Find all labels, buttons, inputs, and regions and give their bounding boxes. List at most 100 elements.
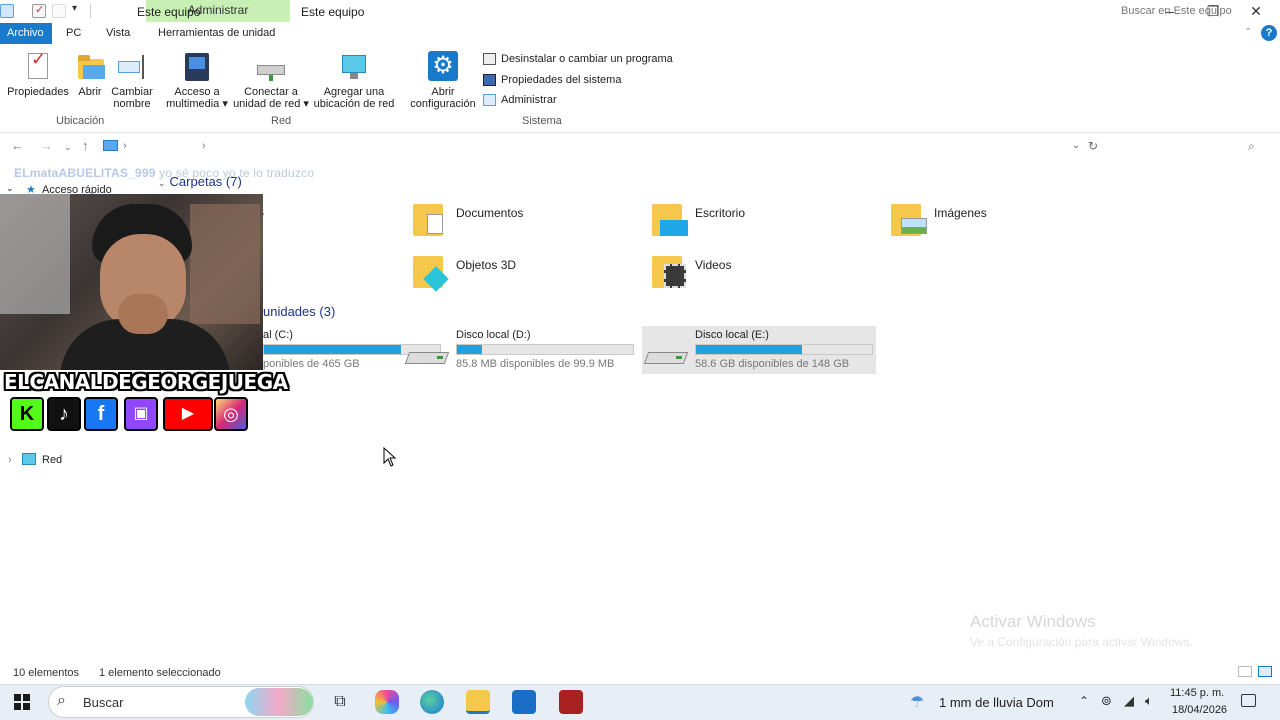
- details-view-icon[interactable]: [1238, 666, 1252, 677]
- up-arrow-icon[interactable]: ↑: [82, 138, 89, 153]
- notifications-icon[interactable]: [1241, 694, 1256, 707]
- uninstall-program-item[interactable]: Desinstalar o cambiar un programa: [483, 51, 673, 67]
- media-server-icon: [181, 51, 213, 81]
- drive-usage-fill: [457, 345, 482, 354]
- hard-drive-icon: [404, 348, 450, 368]
- kick-icon: K: [10, 397, 44, 431]
- search-icon: ⌕: [1248, 139, 1255, 153]
- chat-text: yo sé poco yo te lo traduzco: [159, 166, 315, 180]
- selection-count: 1 elemento seleccionado: [99, 667, 221, 679]
- customize-quick-access-icon[interactable]: ▾: [72, 3, 77, 14]
- network-location-icon: [338, 51, 370, 81]
- status-bar: 10 elementos 1 elemento seleccionado: [0, 664, 1280, 682]
- computer-icon[interactable]: [0, 4, 14, 18]
- edge-icon[interactable]: [420, 690, 444, 714]
- nav-network[interactable]: Red: [42, 454, 62, 466]
- address-bar: ← → ⌄ ↑ › › ⌄ ↻ ⌕: [0, 136, 1280, 158]
- tab-file[interactable]: Archivo: [0, 23, 52, 44]
- add-network-location-button[interactable]: Agregar una ubicación de red: [312, 51, 396, 110]
- window-title: Este equipo: [301, 5, 365, 19]
- chat-message: ELmataABUELITAS_999 yo sé poco yo te lo …: [14, 166, 314, 180]
- manage-item[interactable]: Administrar: [483, 92, 557, 108]
- drive-e[interactable]: Disco local (E:) 58.6 GB disponibles de …: [642, 326, 876, 374]
- tab-drive-tools[interactable]: Herramientas de unidad: [151, 23, 282, 44]
- item-count: 10 elementos: [13, 667, 80, 679]
- mouse-cursor-icon: [383, 447, 397, 467]
- tab-view[interactable]: Vista: [99, 23, 137, 44]
- properties-icon: ✓: [22, 50, 54, 81]
- documents-folder-icon: [413, 200, 445, 236]
- address-path[interactable]: Este equipo: [137, 5, 200, 19]
- rename-button[interactable]: Cambiar nombre: [110, 51, 154, 110]
- large-icons-view-icon[interactable]: [1258, 666, 1272, 677]
- drive-usage-fill: [696, 345, 802, 354]
- manage-computer-icon: [483, 94, 496, 106]
- this-pc-icon: [103, 140, 118, 151]
- new-folder-quick-icon[interactable]: [52, 4, 66, 18]
- show-hidden-icons-chevron-icon[interactable]: ⌃: [1079, 694, 1089, 708]
- divider: [90, 4, 91, 18]
- taskbar-search-box[interactable]: ⌕ Buscar: [48, 686, 314, 718]
- gear-icon: ⚙: [427, 51, 459, 81]
- meet-now-icon[interactable]: ⊚: [1101, 693, 1112, 709]
- group-label-location: Ubicación: [56, 115, 105, 127]
- chevron-down-icon[interactable]: ⌄: [6, 183, 14, 194]
- chevron-right-icon[interactable]: ›: [8, 454, 12, 466]
- group-label-system: Sistema: [522, 115, 562, 127]
- properties-quick-icon[interactable]: ✓: [32, 4, 46, 18]
- file-explorer-icon[interactable]: [466, 690, 490, 714]
- volume-icon[interactable]: 🔈︎: [1145, 693, 1153, 709]
- open-button[interactable]: Abrir: [72, 51, 108, 98]
- search-input[interactable]: Buscar en Este equipo: [1121, 5, 1232, 17]
- media-access-button[interactable]: Acceso a multimedia ▾: [164, 51, 230, 110]
- clock-time[interactable]: 11:45 p. m.: [1170, 687, 1224, 699]
- rename-icon: [116, 51, 148, 81]
- drive-usage-bar: [456, 344, 634, 355]
- search-icon: ⌕: [57, 692, 66, 709]
- activation-watermark-title: Activar Windows: [970, 612, 1096, 631]
- tab-pc[interactable]: PC: [59, 23, 88, 44]
- open-settings-button[interactable]: ⚙ Abrir configuración: [408, 51, 478, 110]
- search-highlight-image: [245, 688, 313, 716]
- recent-locations-chevron-icon[interactable]: ⌄: [64, 142, 72, 153]
- breadcrumb-separator-icon: ›: [123, 140, 127, 152]
- hard-drive-icon: [643, 348, 689, 368]
- chat-username: ELmataABUELITAS_999: [14, 166, 156, 180]
- collapse-ribbon-icon[interactable]: ⌃: [1244, 27, 1252, 38]
- properties-button[interactable]: ✓ Propiedades: [6, 50, 70, 98]
- clock-date[interactable]: 18/04/2026: [1172, 704, 1227, 716]
- facebook-icon: f: [84, 397, 118, 431]
- webcam-feed: [0, 194, 263, 370]
- twitch-icon: ▣: [124, 397, 158, 431]
- wifi-icon[interactable]: ◢: [1124, 693, 1134, 709]
- breadcrumb-separator-icon: ›: [202, 140, 206, 152]
- drive-d[interactable]: Disco local (D:) 85.8 MB disponibles de …: [403, 326, 637, 374]
- refresh-icon[interactable]: ↻: [1088, 139, 1098, 153]
- 3d-objects-folder-icon: [413, 252, 449, 292]
- activation-watermark-subtitle: Ve a Configuración para activar Windows.: [970, 635, 1193, 649]
- windows-start-icon[interactable]: [14, 694, 30, 710]
- instagram-icon: ◎: [214, 397, 248, 431]
- network-drive-icon: [255, 51, 287, 81]
- map-network-drive-button[interactable]: Conectar a unidad de red ▾: [230, 51, 312, 110]
- address-dropdown-icon[interactable]: ⌄: [1072, 140, 1080, 151]
- close-button[interactable]: ✕: [1241, 2, 1271, 22]
- desktop-folder-icon: [652, 200, 688, 236]
- task-view-icon[interactable]: ⧉: [328, 690, 352, 714]
- game-app-icon[interactable]: [559, 690, 583, 714]
- group-label-network: Red: [271, 115, 292, 127]
- network-icon: [22, 453, 36, 465]
- copilot-icon[interactable]: [375, 690, 399, 714]
- outlook-icon[interactable]: [512, 690, 536, 714]
- ribbon-tabs: Archivo PC Vista Herramientas de unidad: [0, 23, 1280, 45]
- drives-section-heading[interactable]: unidades (3): [263, 304, 335, 319]
- ribbon: ✓ Propiedades Abrir Cambiar nombre Ubica…: [0, 45, 1280, 133]
- back-arrow-icon[interactable]: ←: [11, 138, 24, 153]
- help-icon[interactable]: ?: [1261, 25, 1277, 41]
- channel-name: ELCANALDEGEORGEJUEGA: [4, 370, 288, 394]
- weather-text[interactable]: 1 mm de lluvia Dom: [939, 695, 1054, 710]
- forward-arrow-icon[interactable]: →: [40, 138, 53, 153]
- drive-usage-fill: [264, 345, 402, 354]
- system-properties-item[interactable]: Propiedades del sistema: [483, 72, 621, 88]
- pictures-folder-icon: [891, 200, 927, 236]
